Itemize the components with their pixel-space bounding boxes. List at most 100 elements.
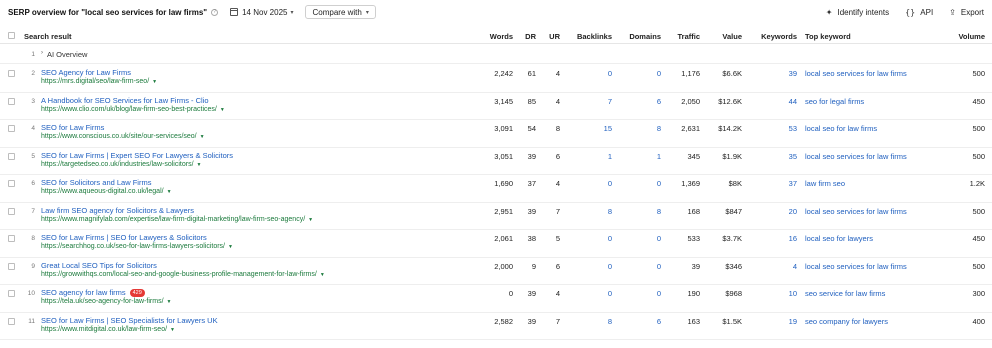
result-title-link[interactable]: SEO for Law Firms: [41, 123, 104, 132]
result-title-link[interactable]: SEO for Law Firms | SEO for Lawyers & So…: [41, 233, 207, 242]
result-url-link[interactable]: https://www.clio.com/uk/blog/law-firm-se…: [41, 106, 217, 113]
keywords-value[interactable]: 35: [789, 152, 797, 161]
keywords-value[interactable]: 39: [789, 69, 797, 78]
row-checkbox[interactable]: [8, 70, 15, 77]
result-title-link[interactable]: SEO for Law Firms | Expert SEO For Lawye…: [41, 151, 233, 160]
export-button[interactable]: ⇪ Export: [949, 8, 984, 17]
keywords-value[interactable]: 20: [789, 207, 797, 216]
url-dropdown-icon[interactable]: ▼: [170, 327, 175, 333]
result-url-link[interactable]: https://tela.uk/seo-agency-for-law-firms…: [41, 298, 164, 305]
help-icon[interactable]: ?: [211, 8, 219, 16]
top-keyword-link[interactable]: local seo services for law firms: [805, 69, 907, 78]
backlinks-value[interactable]: 0: [608, 179, 612, 188]
top-keyword-link[interactable]: local seo for law firms: [805, 124, 877, 133]
row-checkbox[interactable]: [8, 207, 15, 215]
col-traffic[interactable]: Traffic: [677, 32, 700, 41]
result-url-link[interactable]: https://www.magnifylab.com/expertise/law…: [41, 216, 305, 223]
result-title-link[interactable]: SEO for Law Firms | SEO Specialists for …: [41, 316, 218, 325]
result-title-link[interactable]: SEO for Solicitors and Law Firms: [41, 178, 151, 187]
backlinks-value[interactable]: 0: [608, 234, 612, 243]
result-title-link[interactable]: SEO agency for law firms: [41, 288, 126, 297]
url-dropdown-icon[interactable]: ▼: [220, 107, 225, 113]
col-keywords[interactable]: Keywords: [761, 32, 797, 41]
domains-value[interactable]: 0: [657, 179, 661, 188]
row-checkbox[interactable]: [8, 235, 15, 242]
domains-value[interactable]: 0: [657, 234, 661, 243]
domains-value[interactable]: 1: [657, 152, 661, 161]
domains-value[interactable]: 0: [657, 69, 661, 78]
domains-value[interactable]: 0: [657, 262, 661, 271]
backlinks-value[interactable]: 7: [608, 97, 612, 106]
result-title-link[interactable]: SEO Agency for Law Firms: [41, 68, 131, 77]
date-selector[interactable]: 14 Nov 2025 ▾: [230, 8, 293, 17]
result-url-link[interactable]: https://www.conscious.co.uk/site/our-ser…: [41, 133, 197, 140]
result-title-link[interactable]: Law firm SEO agency for Solicitors & Law…: [41, 206, 194, 215]
col-ur[interactable]: UR: [549, 32, 560, 41]
top-keyword-link[interactable]: seo company for lawyers: [805, 317, 888, 326]
top-keyword-link[interactable]: seo service for law firms: [805, 289, 885, 298]
result-url-link[interactable]: https://mrs.digital/seo/law-firm-seo/: [41, 78, 149, 85]
row-checkbox[interactable]: [8, 97, 15, 105]
col-words[interactable]: Words: [490, 32, 513, 41]
result-url-link[interactable]: https://www.mitdigital.co.uk/law-firm-se…: [41, 326, 167, 333]
keywords-value[interactable]: 10: [789, 289, 797, 298]
result-title-link[interactable]: Great Local SEO Tips for Solicitors: [41, 261, 157, 270]
row-checkbox[interactable]: [8, 180, 15, 187]
identify-intents-button[interactable]: ✦ Identify intents: [826, 8, 889, 17]
backlinks-value[interactable]: 8: [608, 317, 612, 326]
row-checkbox[interactable]: [8, 125, 15, 132]
result-title-link[interactable]: A Handbook for SEO Services for Law Firm…: [41, 96, 209, 105]
keywords-value[interactable]: 53: [789, 124, 797, 133]
col-domains[interactable]: Domains: [629, 32, 661, 41]
url-dropdown-icon[interactable]: ▼: [167, 189, 172, 195]
top-keyword-link[interactable]: local seo services for law firms: [805, 207, 907, 216]
domains-value[interactable]: 8: [657, 207, 661, 216]
url-dropdown-icon[interactable]: ▼: [167, 299, 172, 305]
backlinks-value[interactable]: 0: [608, 289, 612, 298]
domains-value[interactable]: 6: [657, 317, 661, 326]
url-dropdown-icon[interactable]: ▼: [152, 79, 157, 85]
url-dropdown-icon[interactable]: ▼: [197, 162, 202, 168]
domains-value[interactable]: 8: [657, 124, 661, 133]
compare-with-dropdown[interactable]: Compare with ▾: [305, 5, 376, 19]
row-checkbox[interactable]: [8, 152, 15, 160]
keywords-value[interactable]: 4: [793, 262, 797, 271]
url-dropdown-icon[interactable]: ▼: [308, 217, 313, 223]
keywords-value[interactable]: 16: [789, 234, 797, 243]
result-url-link[interactable]: https://www.aqueous-digital.co.uk/legal/: [41, 188, 164, 195]
url-dropdown-icon[interactable]: ▼: [200, 134, 205, 140]
backlinks-value[interactable]: 0: [608, 69, 612, 78]
domains-value[interactable]: 0: [657, 289, 661, 298]
top-keyword-link[interactable]: seo for legal firms: [805, 97, 864, 106]
backlinks-value[interactable]: 0: [608, 262, 612, 271]
expand-chevron-icon[interactable]: ›: [41, 50, 43, 56]
result-url-link[interactable]: https://growwithqs.com/local-seo-and-goo…: [41, 271, 317, 278]
col-value[interactable]: Value: [722, 32, 742, 41]
col-top-keyword[interactable]: Top keyword: [805, 32, 851, 41]
row-checkbox[interactable]: [8, 262, 15, 270]
select-all-checkbox[interactable]: [8, 32, 15, 39]
url-dropdown-icon[interactable]: ▼: [228, 244, 233, 250]
col-search-result[interactable]: Search result: [24, 32, 72, 41]
backlinks-value[interactable]: 1: [608, 152, 612, 161]
result-url-link[interactable]: https://targetedseo.co.uk/industries/law…: [41, 161, 194, 168]
backlinks-value[interactable]: 8: [608, 207, 612, 216]
top-keyword-link[interactable]: law firm seo: [805, 179, 845, 188]
top-keyword-link[interactable]: local seo services for law firms: [805, 262, 907, 271]
result-url-link[interactable]: https://searchhog.co.uk/seo-for-law-firm…: [41, 243, 225, 250]
col-backlinks[interactable]: Backlinks: [577, 32, 612, 41]
col-dr[interactable]: DR: [525, 32, 536, 41]
keywords-value[interactable]: 19: [789, 317, 797, 326]
top-keyword-link[interactable]: local seo services for law firms: [805, 152, 907, 161]
col-volume[interactable]: Volume: [958, 32, 985, 41]
ai-overview-row[interactable]: 1 › AI Overview: [0, 45, 992, 64]
row-checkbox[interactable]: [8, 290, 15, 297]
url-dropdown-icon[interactable]: ▼: [320, 272, 325, 278]
api-button[interactable]: {} API: [905, 8, 933, 17]
keywords-value[interactable]: 44: [789, 97, 797, 106]
backlinks-value[interactable]: 15: [604, 124, 612, 133]
keywords-value[interactable]: 37: [789, 179, 797, 188]
domains-value[interactable]: 6: [657, 97, 661, 106]
row-checkbox[interactable]: [8, 317, 15, 325]
top-keyword-link[interactable]: local seo for lawyers: [805, 234, 873, 243]
